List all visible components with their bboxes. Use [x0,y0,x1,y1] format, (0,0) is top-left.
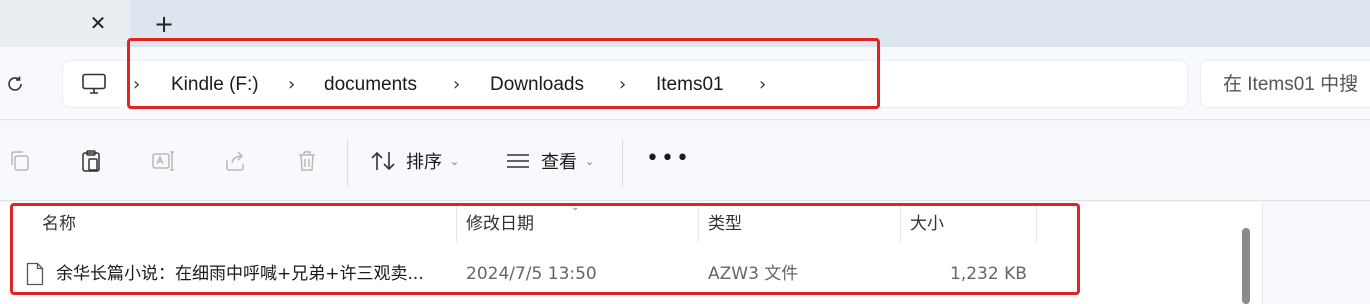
search-input[interactable]: 在 Items01 中搜 [1200,60,1370,108]
refresh-icon[interactable] [4,73,26,95]
search-placeholder: 在 Items01 中搜 [1223,74,1359,95]
view-icon [507,154,529,168]
chevron-down-icon: ⌄ [585,154,595,168]
details-pane [1262,202,1370,304]
share-icon[interactable] [223,149,247,173]
computer-icon[interactable] [81,73,107,95]
highlight-breadcrumb [127,38,880,109]
toolbar-divider [347,139,348,187]
delete-icon[interactable] [295,149,319,173]
toolbar-divider [622,139,623,187]
view-label: 查看 [541,152,577,173]
view-button[interactable]: 查看 ⌄ [505,141,594,181]
chevron-down-icon: ⌄ [450,154,460,168]
vertical-scrollbar[interactable] [1242,228,1250,304]
sort-icon [371,151,395,171]
tab-current[interactable]: ✕ [0,0,130,47]
close-tab-icon[interactable]: ✕ [87,12,109,34]
highlight-file-list [10,203,1080,295]
sort-button[interactable]: 排序 ⌄ [370,141,459,181]
new-tab-icon[interactable]: + [152,12,176,36]
command-bar: 排序 ⌄ 查看 ⌄ ••• [0,121,1370,201]
paste-icon[interactable] [79,149,103,173]
sort-label: 排序 [406,152,442,173]
rename-icon[interactable] [151,149,175,173]
copy-icon[interactable] [8,149,32,173]
more-options-icon[interactable]: ••• [646,148,691,170]
